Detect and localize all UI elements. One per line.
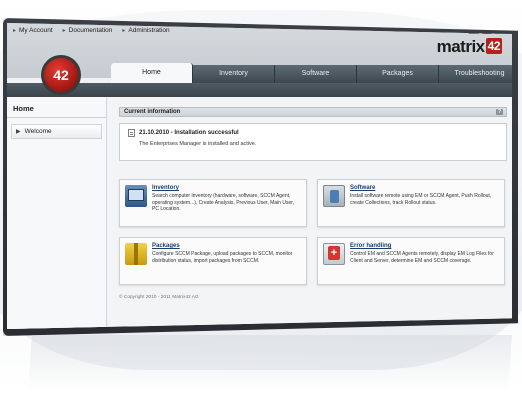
card-body: Inventory Search computer inventory (har…: [152, 185, 301, 221]
card-title-link[interactable]: Error handling: [350, 243, 499, 249]
main-tabs: Home Inventory Software Packages Trouble…: [111, 63, 512, 83]
topnav-label: Documentation: [68, 27, 113, 34]
sidebar-item-welcome[interactable]: ▶ Welcome: [11, 124, 102, 139]
help-button[interactable]: ?: [496, 109, 503, 115]
brand-logo: matrix 42: [437, 37, 502, 57]
card-body: Error handling Control EM and SCCM Agent…: [350, 243, 499, 279]
brand-name: matrix: [436, 37, 486, 56]
info-entry-heading: 21.10.2010 - Installation successful: [128, 129, 498, 137]
card-title-link[interactable]: Software: [350, 185, 499, 191]
brand-number: 42: [485, 38, 502, 54]
tab-home[interactable]: Home: [111, 63, 193, 83]
copyright-footer: © Copyright 2010 - 2011 Matrix42 AG: [119, 295, 199, 300]
sidebar-item-label: Welcome: [24, 128, 52, 135]
software-icon: [323, 185, 345, 207]
nav-arrow-icon: ▸: [62, 28, 66, 34]
sidebar-title: Home: [7, 97, 106, 118]
tab-troubleshooting[interactable]: Troubleshooting: [439, 65, 512, 83]
card-packages[interactable]: Packages Configure SCCM Package, upload …: [119, 237, 307, 285]
card-title-link[interactable]: Inventory: [152, 185, 301, 191]
current-info-box: 21.10.2010 - Installation successful The…: [119, 123, 507, 161]
package-icon: [125, 243, 147, 265]
card-inventory[interactable]: Inventory Search computer inventory (har…: [119, 179, 307, 227]
app-logo: 42: [41, 55, 81, 95]
card-software[interactable]: Software Install software remote using E…: [317, 179, 505, 227]
topnav-documentation[interactable]: ▸ Documentation: [63, 27, 113, 34]
tab-inventory[interactable]: Inventory: [193, 65, 275, 83]
card-error-handling[interactable]: Error handling Control EM and SCCM Agent…: [317, 237, 505, 285]
top-navigation: ▸ My Account ▸ Documentation ▸ Administr…: [13, 27, 170, 34]
main-panel: Current information ? 21.10.2010 - Insta…: [119, 107, 507, 300]
current-info-header: Current information ?: [119, 107, 507, 117]
topnav-my-account[interactable]: ▸ My Account: [13, 27, 53, 34]
card-description: Install software remote using EM or SCCM…: [350, 193, 492, 206]
document-icon: [128, 129, 135, 137]
topnav-administration[interactable]: ▸ Administration: [122, 27, 169, 34]
sidebar: Home ▶ Welcome: [7, 97, 107, 329]
triangle-right-icon: ▶: [16, 129, 21, 135]
nav-arrow-icon: ▸: [122, 28, 126, 34]
card-description: Control EM and SCCM Agents remotely, dis…: [350, 251, 494, 264]
topnav-label: Administration: [128, 27, 170, 34]
info-entry-text: The Enterprises Manager is installed and…: [139, 141, 257, 147]
card-description: Search computer inventory (hardware, sof…: [152, 193, 294, 212]
computer-icon: [125, 185, 147, 207]
topnav-label: My Account: [19, 27, 53, 34]
card-title-link[interactable]: Packages: [152, 243, 301, 249]
tab-bar: [7, 83, 512, 97]
tab-software[interactable]: Software: [275, 65, 357, 83]
card-description: Configure SCCM Package, upload packages …: [152, 251, 293, 264]
first-aid-icon: [323, 243, 345, 265]
tab-packages[interactable]: Packages: [357, 65, 439, 83]
screen-reflection: [28, 335, 512, 390]
content-area: Home ▶ Welcome Current information ? 21.…: [7, 97, 512, 329]
current-info-title: Current information: [124, 109, 181, 115]
info-entry-title: 21.10.2010 - Installation successful: [139, 130, 239, 136]
nav-arrow-icon: ▸: [13, 28, 17, 34]
card-body: Packages Configure SCCM Package, upload …: [152, 243, 301, 279]
module-cards: Inventory Search computer inventory (har…: [119, 179, 507, 285]
card-body: Software Install software remote using E…: [350, 185, 499, 221]
app-window: ▸ My Account ▸ Documentation ▸ Administr…: [7, 23, 512, 329]
